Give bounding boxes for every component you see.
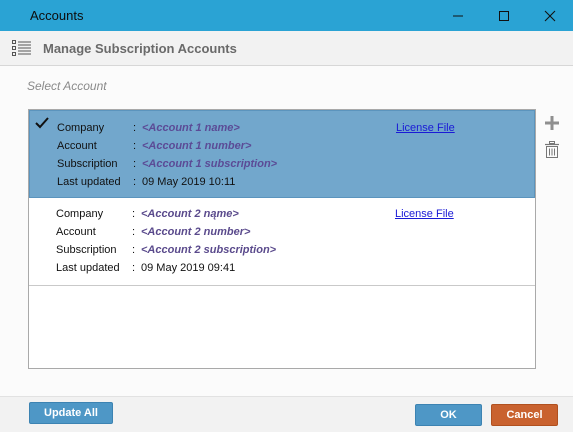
checkmark-icon (35, 117, 49, 129)
minimize-button[interactable] (435, 0, 481, 31)
last-updated-value: 09 May 2019 09:41 (141, 262, 236, 274)
maximize-icon (499, 10, 509, 21)
dialog-footer: Update All OK Cancel (0, 396, 573, 432)
colon: : (133, 158, 137, 170)
company-label: Company (56, 208, 104, 220)
close-icon (544, 10, 556, 21)
company-value: <Account 2 nąme> (141, 208, 239, 220)
colon: : (133, 122, 137, 134)
select-account-label: Select Account (27, 79, 107, 93)
company-label: Company (57, 122, 105, 134)
list-icon (12, 40, 31, 56)
update-all-button[interactable]: Update All (29, 402, 113, 424)
account-label: Account (56, 226, 96, 238)
trash-icon[interactable] (544, 141, 560, 158)
subscription-label: Subscription (56, 244, 117, 256)
account-item-2[interactable]: Company : <Account 2 nąme> Account : <Ac… (29, 198, 535, 286)
page-title: Manage Subscription Accounts (43, 41, 237, 56)
subscription-value: <Account 1 subscription> (142, 158, 278, 170)
last-updated-label: Last updated (56, 262, 120, 274)
colon: : (133, 176, 137, 188)
account-value: <Account 1 number> (142, 140, 252, 152)
add-icon[interactable] (544, 115, 560, 131)
ok-button[interactable]: OK (415, 404, 482, 426)
colon: : (132, 208, 136, 220)
content-area: Select Account Company : <Account 1 name… (0, 66, 573, 396)
account-label: Account (57, 140, 97, 152)
subscription-label: Subscription (57, 158, 118, 170)
last-updated-label: Last updated (57, 176, 121, 188)
minimize-icon (453, 15, 463, 16)
last-updated-value: 09 May 2019 10:11 (142, 176, 236, 188)
maximize-button[interactable] (481, 0, 527, 31)
account-value: <Account 2 number> (141, 226, 251, 238)
account-list[interactable]: Company : <Account 1 name> Account : <Ac… (28, 109, 536, 369)
colon: : (133, 140, 137, 152)
cancel-button[interactable]: Cancel (491, 404, 558, 426)
account-item-1[interactable]: Company : <Account 1 name> Account : <Ac… (29, 110, 535, 198)
title-bar: Accounts (0, 0, 573, 31)
colon: : (132, 262, 136, 274)
colon: : (132, 244, 136, 256)
license-file-link[interactable]: License File (396, 122, 455, 134)
window-title: Accounts (30, 8, 84, 23)
company-value: <Account 1 name> (142, 122, 240, 134)
colon: : (132, 226, 136, 238)
close-button[interactable] (527, 0, 573, 31)
subscription-value: <Account 2 subscription> (141, 244, 277, 256)
dialog-header: Manage Subscription Accounts (0, 31, 573, 66)
license-file-link[interactable]: License File (395, 208, 454, 220)
